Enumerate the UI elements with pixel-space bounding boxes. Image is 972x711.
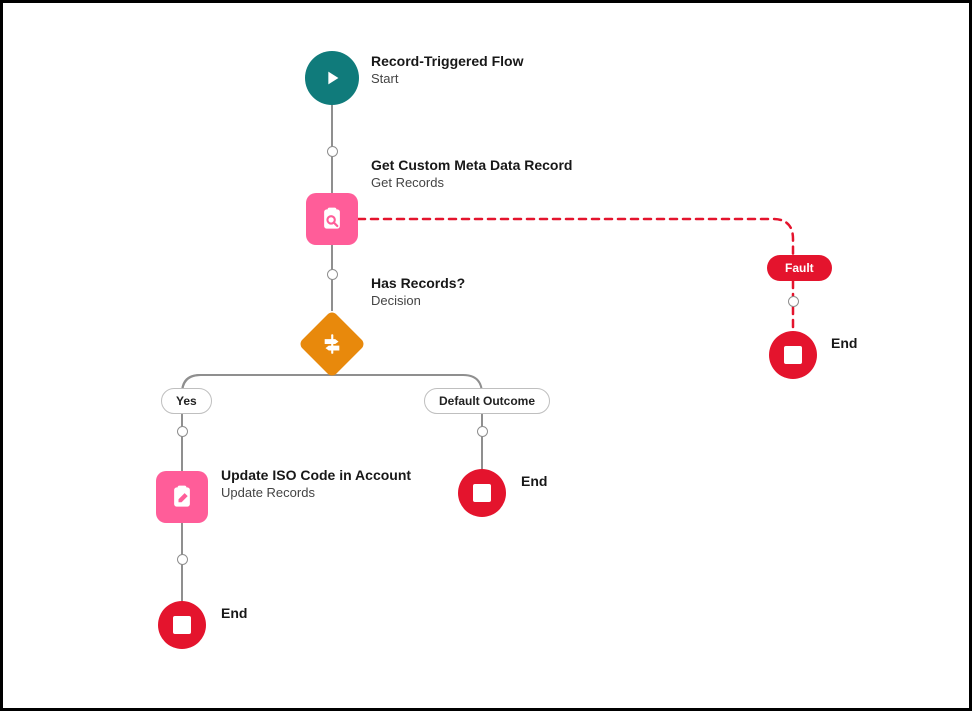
- outcome-yes-label: Yes: [176, 394, 197, 408]
- outcome-default-label: Default Outcome: [439, 394, 535, 408]
- connector-port[interactable]: [477, 426, 488, 437]
- clipboard-search-icon: [306, 193, 358, 245]
- flow-canvas-frame: Record-Triggered Flow Start Get Custom M…: [0, 0, 972, 711]
- connector-port[interactable]: [327, 146, 338, 157]
- start-subtitle: Start: [371, 71, 523, 87]
- signpost-icon: [298, 310, 366, 378]
- end-node-yes-branch[interactable]: [158, 601, 206, 649]
- fault-pill[interactable]: Fault: [767, 255, 832, 281]
- decision-title: Has Records?: [371, 275, 465, 293]
- update-records-label: Update ISO Code in Account Update Record…: [221, 467, 411, 500]
- connector-port[interactable]: [788, 296, 799, 307]
- stop-icon: [769, 331, 817, 379]
- get-records-label: Get Custom Meta Data Record Get Records: [371, 157, 572, 190]
- outcome-yes-pill[interactable]: Yes: [161, 388, 212, 414]
- clipboard-edit-icon: [156, 471, 208, 523]
- get-records-node[interactable]: [306, 193, 358, 245]
- connector-lines: [3, 3, 969, 708]
- decision-node[interactable]: [299, 311, 365, 377]
- stop-icon: [158, 601, 206, 649]
- flow-canvas[interactable]: Record-Triggered Flow Start Get Custom M…: [3, 3, 969, 708]
- fault-label: Fault: [785, 261, 814, 275]
- connector-port[interactable]: [177, 554, 188, 565]
- start-node[interactable]: [305, 51, 359, 105]
- connector-port[interactable]: [327, 269, 338, 280]
- update-records-subtitle: Update Records: [221, 485, 411, 501]
- start-node-label: Record-Triggered Flow Start: [371, 53, 523, 86]
- decision-subtitle: Decision: [371, 293, 465, 309]
- update-records-title: Update ISO Code in Account: [221, 467, 411, 485]
- play-icon: [305, 51, 359, 105]
- end-label-default: End: [521, 473, 547, 489]
- update-records-node[interactable]: [156, 471, 208, 523]
- get-records-title: Get Custom Meta Data Record: [371, 157, 572, 175]
- end-label-fault: End: [831, 335, 857, 351]
- get-records-subtitle: Get Records: [371, 175, 572, 191]
- end-node-default-branch[interactable]: [458, 469, 506, 517]
- stop-icon: [458, 469, 506, 517]
- start-title: Record-Triggered Flow: [371, 53, 523, 71]
- outcome-default-pill[interactable]: Default Outcome: [424, 388, 550, 414]
- end-node-fault-branch[interactable]: [769, 331, 817, 379]
- end-label-yes: End: [221, 605, 247, 621]
- connector-port[interactable]: [177, 426, 188, 437]
- decision-label: Has Records? Decision: [371, 275, 465, 308]
